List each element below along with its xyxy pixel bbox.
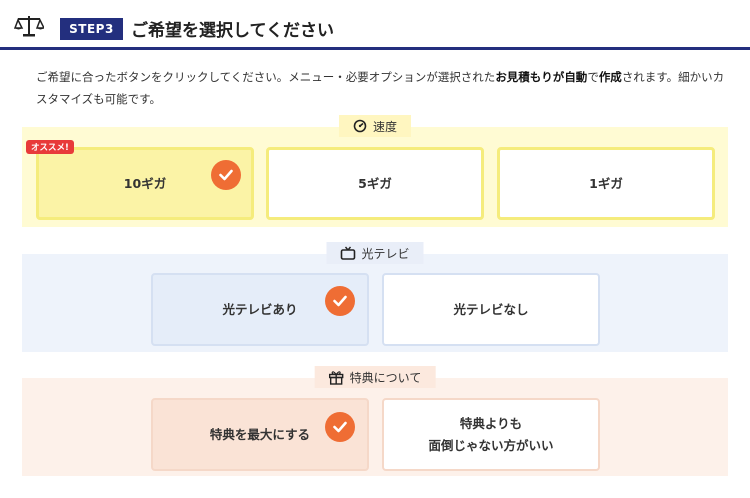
speed-option-label: 10ギガ — [123, 175, 167, 191]
speed-option-1g[interactable]: 1ギガ — [497, 147, 715, 220]
bonus-option-label-line1: 特典よりも — [459, 415, 523, 431]
recommended-badge: オススメ! — [26, 140, 74, 154]
intro-text: ご希望に合ったボタンをクリックしてください。メニュー・必要オプションが選択された… — [36, 70, 725, 106]
speed-option-5g[interactable]: 5ギガ — [266, 147, 484, 220]
scale-icon — [13, 14, 46, 38]
bonus-option-maximize[interactable]: 特典を最大にする — [151, 398, 369, 471]
step-header: STEP3 ご希望を選択してください — [0, 0, 750, 50]
bonus-section-label: 特典について — [314, 366, 436, 388]
tv-option-yes[interactable]: 光テレビあり — [151, 273, 369, 346]
speed-section: 速度 10ギガ 5ギガ 1ギガ — [22, 115, 728, 227]
speed-option-label: 1ギガ — [589, 175, 623, 191]
tv-option-no[interactable]: 光テレビなし — [382, 273, 600, 346]
bonus-section: 特典について 特典を最大にする 特典よりも 面倒じゃない方がいい — [22, 366, 728, 476]
bonus-option-label-line2: 面倒じゃない方がいい — [428, 437, 554, 453]
page-title: ご希望を選択してください — [131, 21, 334, 41]
tv-section: 光テレビ 光テレビあり 光テレビなし — [22, 242, 728, 352]
bonus-label-text: 特典について — [349, 370, 422, 385]
check-icon — [325, 412, 355, 442]
check-icon — [211, 160, 241, 190]
check-icon — [325, 286, 355, 316]
speed-option-label: 5ギガ — [358, 175, 392, 191]
bonus-option-simple[interactable]: 特典よりも 面倒じゃない方がいい — [382, 398, 600, 471]
gift-icon — [328, 370, 344, 385]
speed-option-10g[interactable]: 10ギガ — [36, 147, 254, 220]
speed-section-label: 速度 — [338, 115, 412, 137]
speed-label-text: 速度 — [372, 119, 398, 134]
tv-label-text: 光テレビ — [361, 246, 410, 261]
tv-option-label: 光テレビあり — [222, 301, 298, 317]
tv-option-label: 光テレビなし — [453, 301, 529, 317]
tv-icon — [340, 246, 356, 260]
step-badge: STEP3 — [60, 18, 123, 40]
speedometer-icon — [353, 119, 367, 133]
tv-section-label: 光テレビ — [326, 242, 424, 264]
bonus-option-label: 特典を最大にする — [209, 426, 311, 442]
